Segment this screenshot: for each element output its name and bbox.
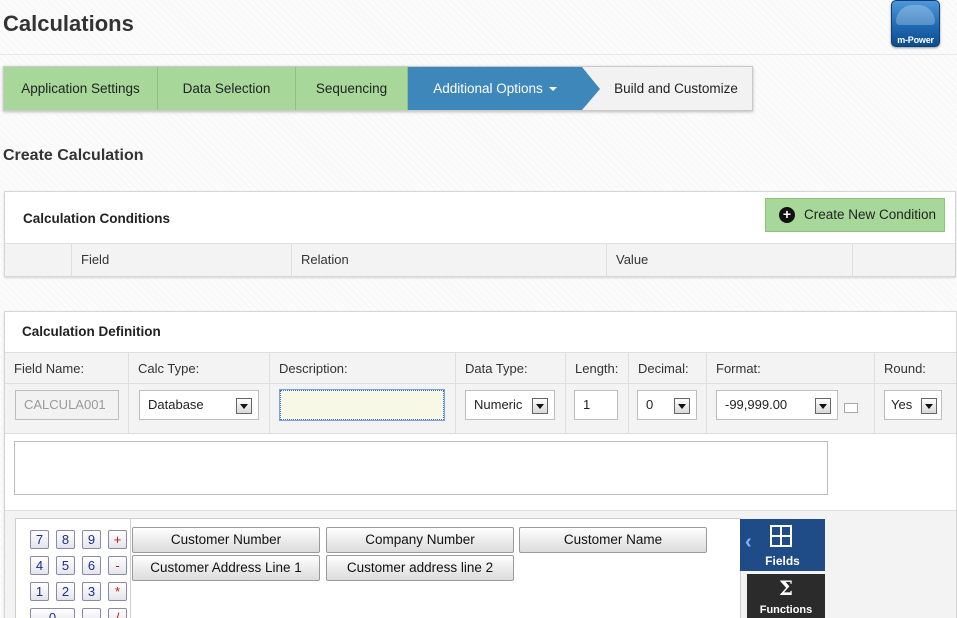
calculation-expression-box[interactable] bbox=[14, 441, 828, 495]
tab-fields[interactable]: ‹ Fields bbox=[740, 519, 825, 571]
key-minus[interactable]: - bbox=[108, 556, 127, 575]
tab-functions[interactable]: Σ Functions bbox=[747, 574, 825, 618]
format-label: Format: bbox=[716, 361, 761, 376]
mpower-logo[interactable]: m-Power bbox=[891, 0, 940, 47]
keypad-divider bbox=[130, 519, 131, 618]
step-application-settings[interactable]: Application Settings bbox=[4, 67, 158, 110]
chevron-down-icon bbox=[674, 398, 690, 414]
description-label: Description: bbox=[279, 361, 348, 376]
calc-type-value: Database bbox=[148, 397, 204, 412]
chevron-down-icon bbox=[236, 398, 252, 414]
definition-input-row: CALCULA001 Database Numeric 1 0 -99,999.… bbox=[5, 384, 956, 434]
expression-builder: 7 8 9 + 4 5 6 - 1 2 3 * 0 . / Customer N… bbox=[15, 518, 741, 618]
field-button-customer-address-line-2[interactable]: Customer address line 2 bbox=[326, 555, 514, 581]
chevron-down-icon bbox=[532, 398, 548, 414]
tab-functions-label: Functions bbox=[759, 604, 813, 616]
calc-type-select[interactable]: Database bbox=[139, 390, 259, 420]
field-button-customer-number[interactable]: Customer Number bbox=[132, 527, 320, 553]
step-data-selection[interactable]: Data Selection bbox=[158, 67, 296, 110]
key-2[interactable]: 2 bbox=[56, 582, 75, 601]
caret-down-icon bbox=[548, 87, 557, 92]
column-header-value: Value bbox=[607, 244, 853, 277]
decimal-select[interactable]: 0 bbox=[637, 390, 697, 420]
plus-circle-icon: + bbox=[779, 207, 795, 223]
format-value: -99,999.00 bbox=[725, 397, 788, 412]
key-decimal-point[interactable]: . bbox=[82, 608, 101, 618]
create-new-condition-label: Create New Condition bbox=[804, 207, 937, 222]
key-7[interactable]: 7 bbox=[30, 530, 49, 549]
section-title: Create Calculation bbox=[3, 147, 144, 164]
chevron-down-icon bbox=[921, 398, 937, 414]
calc-type-label: Calc Type: bbox=[138, 361, 200, 376]
sigma-icon: Σ bbox=[778, 576, 794, 600]
wizard-steps: Application Settings Data Selection Sequ… bbox=[3, 66, 753, 111]
format-select[interactable]: -99,999.00 bbox=[716, 390, 838, 420]
chevron-down-icon bbox=[815, 398, 831, 414]
step-build-and-customize[interactable]: Build and Customize bbox=[600, 67, 752, 110]
key-0[interactable]: 0 bbox=[30, 608, 75, 618]
step-sequencing[interactable]: Sequencing bbox=[296, 67, 408, 110]
column-header-field: Field bbox=[72, 244, 292, 277]
grid-icon bbox=[770, 525, 792, 547]
field-button-company-number[interactable]: Company Number bbox=[326, 527, 514, 553]
key-divide[interactable]: / bbox=[108, 608, 127, 618]
field-name-input[interactable]: CALCULA001 bbox=[15, 390, 119, 420]
round-value: Yes bbox=[891, 397, 913, 412]
field-button-customer-address-line-1[interactable]: Customer Address Line 1 bbox=[132, 555, 320, 581]
comment-icon[interactable] bbox=[844, 403, 858, 413]
length-input[interactable]: 1 bbox=[574, 390, 618, 420]
conditions-panel: Calculation Conditions + Create New Cond… bbox=[4, 191, 956, 277]
tab-fields-label: Fields bbox=[765, 554, 800, 568]
field-name-label: Field Name: bbox=[14, 361, 85, 376]
step-additional-options-label: Additional Options bbox=[433, 81, 543, 96]
description-input[interactable] bbox=[279, 389, 445, 421]
conditions-table-header: Field Relation Value bbox=[5, 243, 955, 277]
key-4[interactable]: 4 bbox=[30, 556, 49, 575]
length-label: Length: bbox=[575, 361, 619, 376]
page-title: Calculations bbox=[3, 11, 134, 36]
key-6[interactable]: 6 bbox=[82, 556, 101, 575]
key-8[interactable]: 8 bbox=[56, 530, 75, 549]
key-1[interactable]: 1 bbox=[30, 582, 49, 601]
data-type-value: Numeric bbox=[474, 397, 523, 412]
definition-header-row: Field Name: Calc Type: Description: Data… bbox=[5, 352, 956, 384]
definition-panel: Calculation Definition Field Name: Calc … bbox=[4, 311, 957, 618]
chevron-left-icon: ‹ bbox=[745, 531, 752, 553]
key-9[interactable]: 9 bbox=[82, 530, 101, 549]
key-3[interactable]: 3 bbox=[82, 582, 101, 601]
step-arrow-icon bbox=[582, 67, 600, 110]
header-divider bbox=[0, 54, 957, 55]
decimal-value: 0 bbox=[646, 397, 654, 412]
round-select[interactable]: Yes bbox=[884, 390, 942, 420]
round-label: Round: bbox=[884, 361, 926, 376]
decimal-label: Decimal: bbox=[638, 361, 689, 376]
column-header-relation: Relation bbox=[292, 244, 607, 277]
column-header-actions bbox=[853, 244, 955, 277]
create-new-condition-button[interactable]: + Create New Condition bbox=[765, 198, 945, 232]
definition-title: Calculation Definition bbox=[22, 324, 161, 339]
step-additional-options[interactable]: Additional Options bbox=[408, 67, 582, 110]
column-header-select bbox=[5, 244, 72, 277]
conditions-title: Calculation Conditions bbox=[23, 211, 170, 226]
key-plus[interactable]: + bbox=[108, 530, 127, 549]
field-button-customer-name[interactable]: Customer Name bbox=[519, 527, 707, 553]
data-type-select[interactable]: Numeric bbox=[465, 390, 555, 420]
data-type-label: Data Type: bbox=[465, 361, 528, 376]
key-5[interactable]: 5 bbox=[56, 556, 75, 575]
key-multiply[interactable]: * bbox=[108, 582, 127, 601]
